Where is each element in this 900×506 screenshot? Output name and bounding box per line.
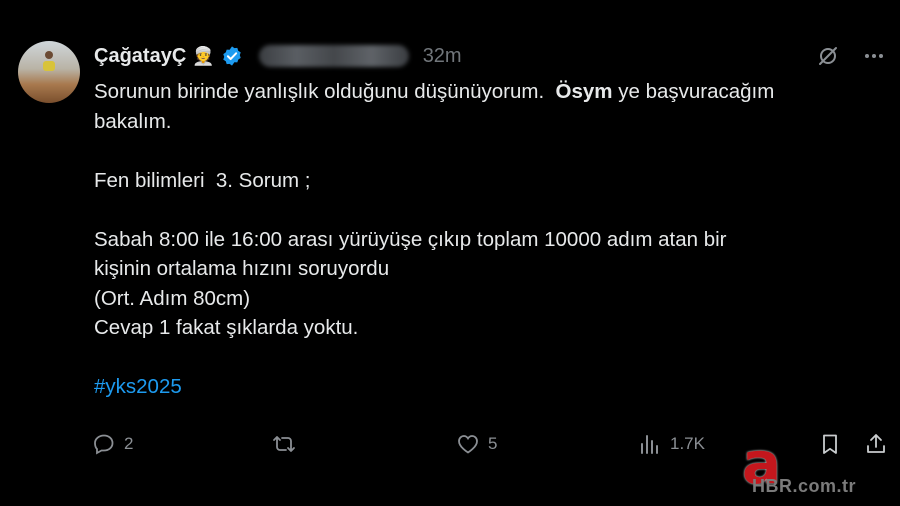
reply-icon (94, 434, 114, 455)
tweet-blank-line: ​ (94, 343, 884, 373)
tweet-line-4: Sabah 8:00 ile 16:00 arası yürüyüşe çıkı… (94, 227, 727, 251)
tweet-line-2: bakalım. (94, 109, 172, 133)
like-button[interactable]: 5 (456, 432, 497, 456)
author-handle-blurred[interactable] (258, 45, 409, 67)
views-icon (641, 435, 658, 454)
verified-badge-icon (222, 46, 241, 66)
tweet-top-icons (816, 44, 886, 68)
retweet-button[interactable] (272, 432, 296, 456)
grok-icon[interactable] (816, 44, 840, 68)
avatar-figure-shirt (43, 61, 55, 71)
tweet-time[interactable]: 32m (423, 45, 462, 68)
tweet-line-5: kişinin ortalama hızını soruyordu (94, 257, 390, 280)
views-count: 1.7K (670, 434, 705, 453)
tweet-text: Sorunun birinde yanlışlık olduğunu düşün… (94, 77, 884, 402)
tweet-line-3: Fen bilimleri 3. Sorum ; (94, 168, 311, 192)
watermark-text: HBR.com.tr (752, 476, 857, 496)
like-icon (458, 435, 478, 454)
reply-count: 2 (124, 434, 134, 453)
reply-button[interactable]: 2 (92, 432, 133, 456)
avatar-figure-head (45, 51, 53, 59)
more-icon[interactable] (862, 44, 886, 68)
tweet-line-1: Sorunun birinde yanlışlık olduğunu düşün… (94, 77, 884, 107)
author-name[interactable]: ÇağatayÇ (94, 45, 186, 68)
site-watermark: a HBR.com.tr (742, 434, 892, 498)
tweet-line-7: Cevap 1 fakat şıklarda yoktu. (94, 316, 359, 339)
like-count: 5 (488, 434, 498, 453)
tweet-blank-line: ​ (94, 136, 884, 166)
retweet-icon (273, 436, 295, 452)
tweet-text-segment: ye başvuracağım (612, 80, 775, 103)
tweet-header: ÇağatayÇ 👳 32m (94, 42, 462, 70)
views-button[interactable]: 1.7K (638, 432, 705, 456)
author-emoji: 👳 (192, 46, 215, 66)
tweet-text-segment: Sorunun birinde yanlışlık olduğunu düşün… (94, 80, 556, 103)
tweet-bold-word: Ösym (555, 80, 613, 103)
hashtag-link[interactable]: #yks2025 (94, 372, 884, 402)
avatar[interactable] (18, 41, 80, 103)
tweet-blank-line: ​ (94, 195, 884, 225)
tweet-line-6: (Ort. Adım 80cm) (94, 286, 251, 310)
